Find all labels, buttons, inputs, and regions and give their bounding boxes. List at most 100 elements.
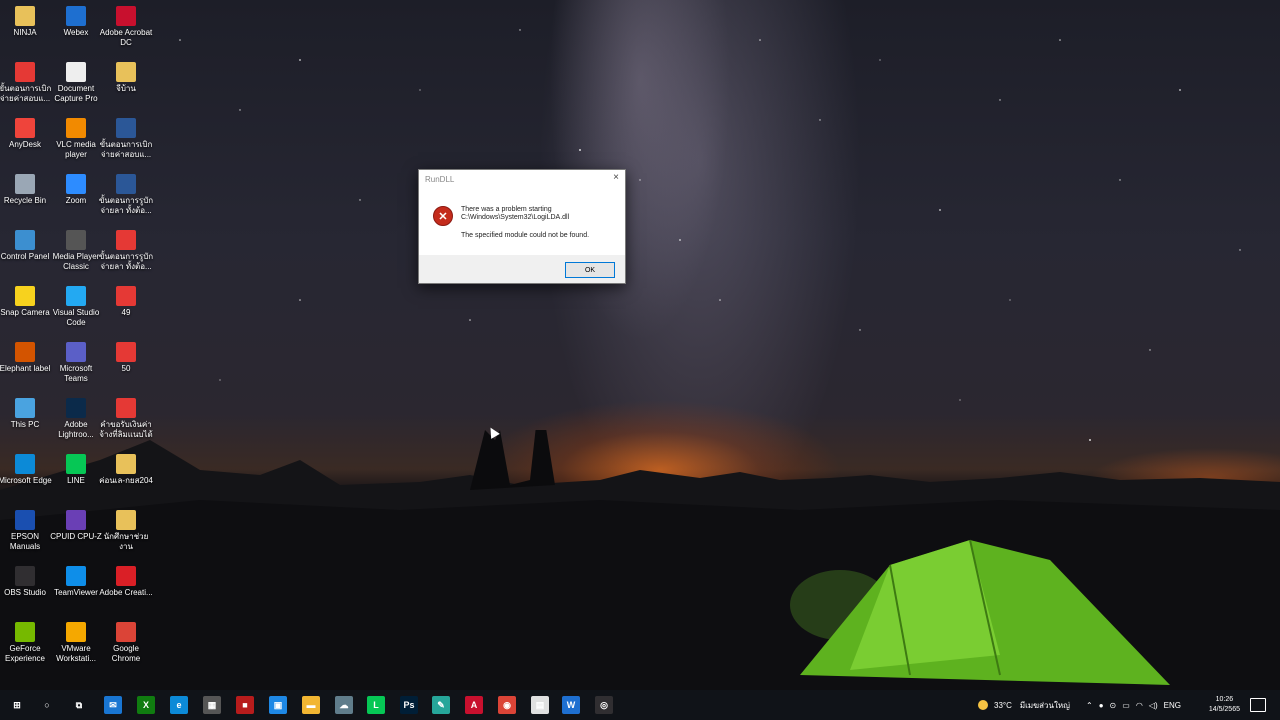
desktop-icon-label: CPUID CPU-Z: [50, 532, 102, 541]
anydesk-icon: [15, 118, 35, 138]
language-indicator[interactable]: ENG: [1164, 701, 1181, 710]
cloud-app[interactable]: ☁: [335, 696, 353, 714]
this-pc-icon: [15, 398, 35, 418]
clock[interactable]: 10:26 14/5/2565: [1209, 695, 1240, 715]
tent: [790, 539, 1170, 685]
pdf-icon: [116, 342, 136, 362]
teams-icon: [66, 342, 86, 362]
lightroom-icon: [66, 398, 86, 418]
acrobat-app[interactable]: A: [465, 696, 483, 714]
dialog-title: RunDLL: [425, 175, 455, 184]
word-icon: [116, 174, 136, 194]
message-line-2: C:\Windows\System32\LogiLDA.dll: [461, 214, 570, 221]
desktop-icon[interactable]: Zoom: [48, 174, 104, 206]
weather-widget[interactable]: 33°C มีเมฆส่วนใหญ่: [978, 690, 1070, 720]
desktop-icon[interactable]: Visual Studio Code: [48, 286, 104, 328]
desktop-icon[interactable]: ขั้นตอนการเบิกจ่ายค่าสอบแ...: [0, 62, 53, 104]
geforce-icon: [15, 622, 35, 642]
desktop-icon[interactable]: This PC: [0, 398, 53, 430]
desktop-icon[interactable]: ค่อนเล-กยส204: [98, 454, 154, 486]
task-view-button[interactable]: ⧉: [70, 696, 88, 714]
notification-icon[interactable]: [1250, 698, 1266, 712]
calculator-app[interactable]: ▦: [203, 696, 221, 714]
desktop-icon[interactable]: Google Chrome: [98, 622, 154, 664]
desktop-icon[interactable]: ขั้นตอนการรูบักจ่ายลา ทั้งต้อ...: [98, 230, 154, 272]
desktop-icon-label: EPSON Manuals: [9, 532, 41, 551]
system-tray: ⌃ ● ⊙ ▭ ◠ ◁) ENG: [1086, 690, 1181, 720]
desktop-icon-label: นักศึกษาช่วยงาน: [103, 532, 149, 551]
desktop-icon[interactable]: 50: [98, 342, 154, 374]
document-icon: [66, 62, 86, 82]
desktop-icon[interactable]: Microsoft Teams: [48, 342, 104, 384]
search-button[interactable]: ○: [38, 696, 56, 714]
desktop-icon-label: ขั้นตอนการเบิกจ่ายค่าสอบแ...: [0, 84, 52, 103]
desktop-icon[interactable]: Media Player Classic: [48, 230, 104, 272]
desktop-icon[interactable]: Document Capture Pro: [48, 62, 104, 104]
start-button[interactable]: ⊞: [8, 696, 26, 714]
edge-icon: [15, 454, 35, 474]
wifi-icon[interactable]: ◠: [1136, 701, 1143, 710]
mail-app[interactable]: ✉: [104, 696, 122, 714]
battery-icon[interactable]: ▭: [1122, 701, 1130, 710]
desktop-icon[interactable]: Adobe Creati...: [98, 566, 154, 598]
desktop-icon-label: Google Chrome: [111, 644, 141, 663]
desktop-icon[interactable]: GeForce Experience: [0, 622, 53, 664]
microphone-icon[interactable]: ●: [1099, 701, 1104, 710]
desktop-icon[interactable]: Snap Camera: [0, 286, 53, 318]
desktop-icon[interactable]: EPSON Manuals: [0, 510, 53, 552]
desktop-icon[interactable]: TeamViewer: [48, 566, 104, 598]
edge-app[interactable]: e: [170, 696, 188, 714]
webex-icon: [66, 6, 86, 26]
line-app[interactable]: L: [367, 696, 385, 714]
notes-app[interactable]: ✎: [432, 696, 450, 714]
desktop-icon-label: 49: [121, 308, 131, 317]
desktop-icon[interactable]: คำขอรับเงินค่าจ้างที่ลิมแนบได้: [98, 398, 154, 440]
desktop-icon-label: ขั้นตอนการรูบักจ่ายลา ทั้งต้อ...: [98, 196, 154, 215]
desktop-icon[interactable]: Microsoft Edge: [0, 454, 53, 486]
desktop-icon[interactable]: นักศึกษาช่วยงาน: [98, 510, 154, 552]
desktop-icon[interactable]: OBS Studio: [0, 566, 53, 598]
desktop-icon[interactable]: ขั้นตอนการรูบักจ่ายลา ทั้งต้อ...: [98, 174, 154, 216]
desktop-icon[interactable]: จีบ้าน: [98, 62, 154, 94]
close-button[interactable]: ×: [613, 172, 619, 183]
desktop-icon[interactable]: Adobe Lightroo...: [48, 398, 104, 440]
word-icon: [116, 118, 136, 138]
notepad-app[interactable]: ▤: [531, 696, 549, 714]
sun-icon: [978, 700, 988, 710]
desktop-icon[interactable]: LINE: [48, 454, 104, 486]
acrobat-icon: [116, 6, 136, 26]
zoom-icon: [66, 174, 86, 194]
file-explorer-app[interactable]: ▬: [302, 696, 320, 714]
desktop-icon[interactable]: Elephant label: [0, 342, 53, 374]
desktop-icon[interactable]: Control Panel: [0, 230, 53, 262]
weather-text: มีเมฆส่วนใหญ่: [1019, 700, 1070, 710]
store-app[interactable]: ▣: [269, 696, 287, 714]
obs-app[interactable]: ◎: [595, 696, 613, 714]
chevron-up-icon[interactable]: ⌃: [1086, 701, 1093, 710]
desktop: [0, 0, 1280, 690]
desktop-icon[interactable]: VLC media player: [48, 118, 104, 160]
volume-icon[interactable]: ◁): [1149, 701, 1158, 710]
red-app[interactable]: ■: [236, 696, 254, 714]
desktop-icon[interactable]: Recycle Bin: [0, 174, 53, 206]
folder-zip-icon: [116, 454, 136, 474]
desktop-icon[interactable]: Adobe Acrobat DC: [98, 6, 154, 48]
network-icon[interactable]: ⊙: [1110, 701, 1117, 710]
desktop-icon[interactable]: Webex: [48, 6, 104, 38]
ok-button[interactable]: OK: [565, 262, 615, 278]
desktop-icon[interactable]: VMware Workstati...: [48, 622, 104, 664]
desktop-icon[interactable]: CPUID CPU-Z: [48, 510, 104, 542]
desktop-icon[interactable]: 49: [98, 286, 154, 318]
desktop-icon-label: Media Player Classic: [52, 252, 100, 271]
webex-app[interactable]: W: [562, 696, 580, 714]
chrome-app[interactable]: ◉: [498, 696, 516, 714]
pdf-icon: [116, 230, 136, 250]
desktop-icon-label: Adobe Acrobat DC: [99, 28, 153, 47]
desktop-icon[interactable]: NINJA: [0, 6, 53, 38]
xbox-app[interactable]: X: [137, 696, 155, 714]
photoshop-app[interactable]: Ps: [400, 696, 418, 714]
desktop-icon[interactable]: AnyDesk: [0, 118, 53, 150]
desktop-icon[interactable]: ขั้นตอนการเบิกจ่ายค่าสอบแ...: [98, 118, 154, 160]
desktop-icon-label: Adobe Lightroo...: [58, 420, 94, 439]
pdf-icon: [116, 398, 136, 418]
